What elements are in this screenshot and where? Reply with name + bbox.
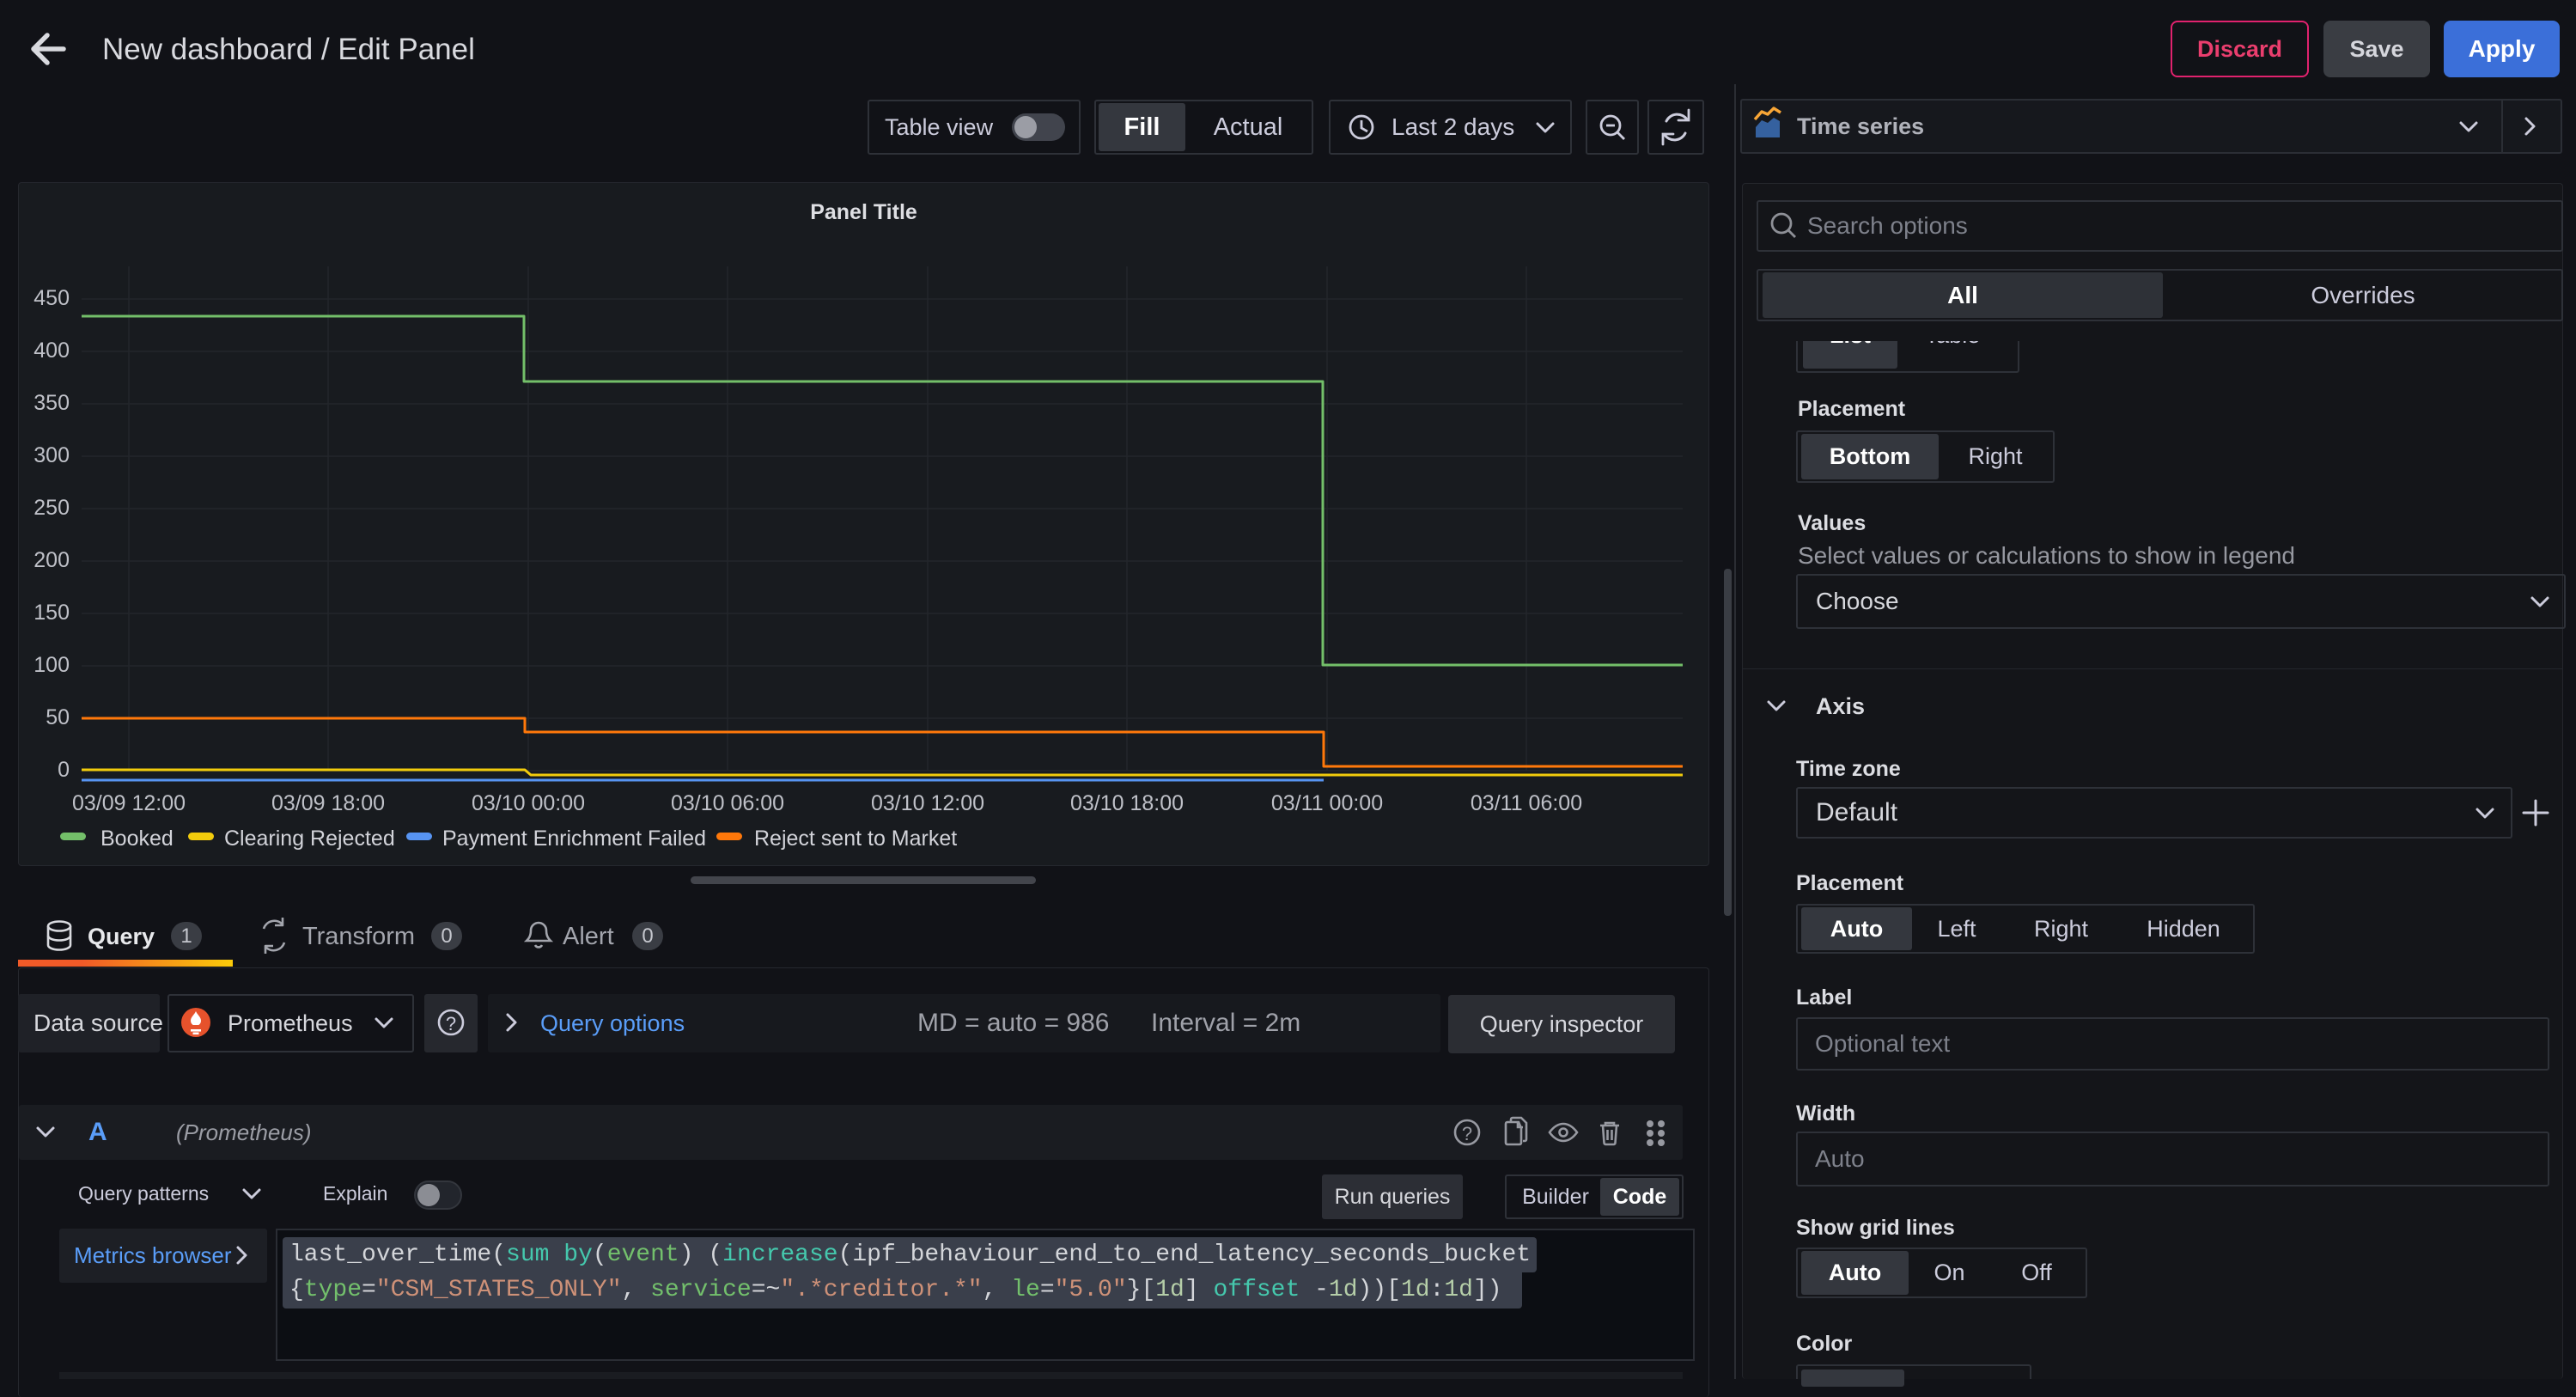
svg-text:?: ?: [446, 1013, 456, 1034]
svg-text:?: ?: [1462, 1123, 1472, 1144]
